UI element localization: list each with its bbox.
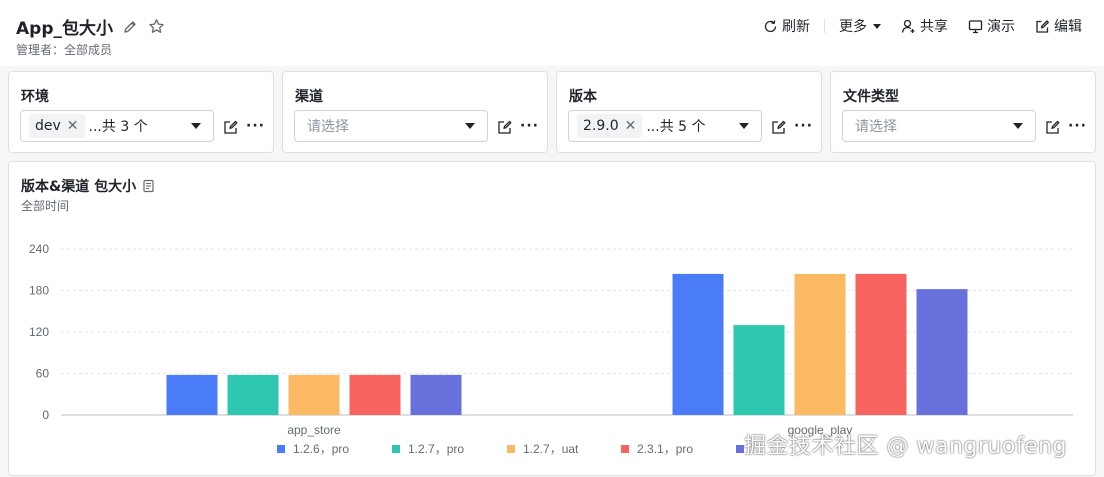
y-tick-label: 60 bbox=[36, 367, 50, 381]
legend-swatch bbox=[621, 445, 629, 453]
selected-tag: 2.9.0 ✕ bbox=[577, 114, 643, 138]
filter-label: 文件类型 bbox=[843, 89, 899, 105]
more-icon[interactable]: ··· bbox=[1068, 118, 1087, 134]
x-tick-label: app_store bbox=[287, 423, 341, 437]
bar bbox=[672, 273, 724, 415]
bar bbox=[794, 273, 846, 415]
legend-label: 2.3.1，pro bbox=[637, 442, 693, 456]
page-subtitle: 管理者：全部成员 bbox=[16, 43, 113, 57]
legend-label: 1.2.7，uat bbox=[523, 442, 579, 456]
bar bbox=[166, 374, 218, 415]
pencil-icon[interactable] bbox=[121, 18, 139, 36]
toolbar-divider bbox=[824, 19, 825, 33]
legend-swatch bbox=[392, 445, 400, 453]
bar bbox=[855, 273, 907, 415]
close-icon[interactable]: ✕ bbox=[625, 118, 637, 134]
chevron-down-icon bbox=[465, 123, 475, 129]
legend-label: 1.2.7，pro bbox=[408, 442, 464, 456]
watermark: 掘金技术社区 @ wangruofeng bbox=[744, 434, 1068, 459]
selection-count: ...共 5 个 bbox=[646, 119, 706, 135]
filter-environment: 环境 dev ✕ ...共 3 个 ··· bbox=[8, 71, 274, 153]
dashboard-header: App_包大小 管理者：全部成员 刷新 更多 共享 演示 编辑 bbox=[0, 0, 1104, 66]
select-placeholder: 请选择 bbox=[855, 119, 897, 135]
bar bbox=[288, 374, 340, 415]
bar bbox=[227, 374, 279, 415]
star-icon[interactable] bbox=[147, 18, 165, 36]
filter-label: 版本 bbox=[569, 89, 597, 105]
edit-icon[interactable] bbox=[771, 119, 787, 135]
refresh-button[interactable]: 刷新 bbox=[763, 16, 810, 36]
present-label: 演示 bbox=[987, 19, 1015, 35]
legend-label: 1.2.6，pro bbox=[293, 442, 349, 456]
filter-version: 版本 2.9.0 ✕ ...共 5 个 ··· bbox=[556, 71, 822, 153]
edit-icon[interactable] bbox=[223, 119, 239, 135]
title-row: App_包大小 bbox=[16, 14, 165, 39]
present-button[interactable]: 演示 bbox=[968, 16, 1015, 36]
monitor-icon bbox=[968, 19, 983, 34]
filter-channel: 渠道 请选择 ··· bbox=[282, 71, 548, 153]
legend-swatch bbox=[507, 445, 515, 453]
chevron-down-icon bbox=[191, 123, 201, 129]
bar bbox=[916, 289, 968, 415]
filter-label: 渠道 bbox=[295, 89, 323, 105]
y-tick-label: 0 bbox=[42, 408, 49, 422]
channel-select[interactable]: 请选择 bbox=[294, 110, 488, 142]
edit-label: 编辑 bbox=[1054, 19, 1082, 35]
select-placeholder: 请选择 bbox=[307, 119, 349, 135]
legend-swatch bbox=[277, 445, 285, 453]
more-icon[interactable]: ··· bbox=[520, 118, 539, 134]
edit-button[interactable]: 编辑 bbox=[1035, 16, 1082, 36]
more-icon[interactable]: ··· bbox=[794, 118, 813, 134]
y-tick-label: 180 bbox=[29, 284, 49, 298]
more-label: 更多 bbox=[839, 19, 867, 35]
share-label: 共享 bbox=[920, 19, 948, 35]
edit-icon bbox=[1035, 19, 1050, 34]
selection-count: ...共 3 个 bbox=[88, 119, 148, 135]
user-share-icon bbox=[901, 19, 916, 34]
y-tick-label: 240 bbox=[29, 242, 49, 256]
close-icon[interactable]: ✕ bbox=[67, 118, 79, 134]
selected-tag: dev ✕ bbox=[29, 114, 85, 138]
version-select[interactable]: 2.9.0 ✕ ...共 5 个 bbox=[568, 110, 762, 142]
share-button[interactable]: 共享 bbox=[901, 16, 948, 36]
toolbar: 刷新 更多 共享 演示 编辑 bbox=[763, 16, 1082, 36]
page-title: App_包大小 bbox=[16, 19, 113, 39]
filter-file-type: 文件类型 请选择 ··· bbox=[830, 71, 1096, 153]
chevron-down-icon bbox=[1013, 123, 1023, 129]
tag-label: dev bbox=[35, 118, 61, 134]
bar bbox=[733, 325, 785, 415]
edit-icon[interactable] bbox=[1045, 119, 1061, 135]
more-menu-button[interactable]: 更多 bbox=[839, 16, 881, 36]
y-tick-label: 120 bbox=[29, 325, 49, 339]
file-type-select[interactable]: 请选择 bbox=[842, 110, 1036, 142]
edit-icon[interactable] bbox=[497, 119, 513, 135]
environment-select[interactable]: dev ✕ ...共 3 个 bbox=[20, 110, 214, 142]
filter-label: 环境 bbox=[21, 89, 49, 105]
refresh-icon bbox=[763, 19, 778, 34]
tag-label: 2.9.0 bbox=[583, 118, 619, 134]
bar bbox=[349, 374, 401, 415]
caret-down-icon bbox=[873, 23, 881, 29]
refresh-label: 刷新 bbox=[782, 19, 810, 35]
bar bbox=[410, 374, 462, 415]
more-icon[interactable]: ··· bbox=[246, 118, 265, 134]
legend-swatch bbox=[736, 445, 744, 453]
chevron-down-icon bbox=[739, 123, 749, 129]
